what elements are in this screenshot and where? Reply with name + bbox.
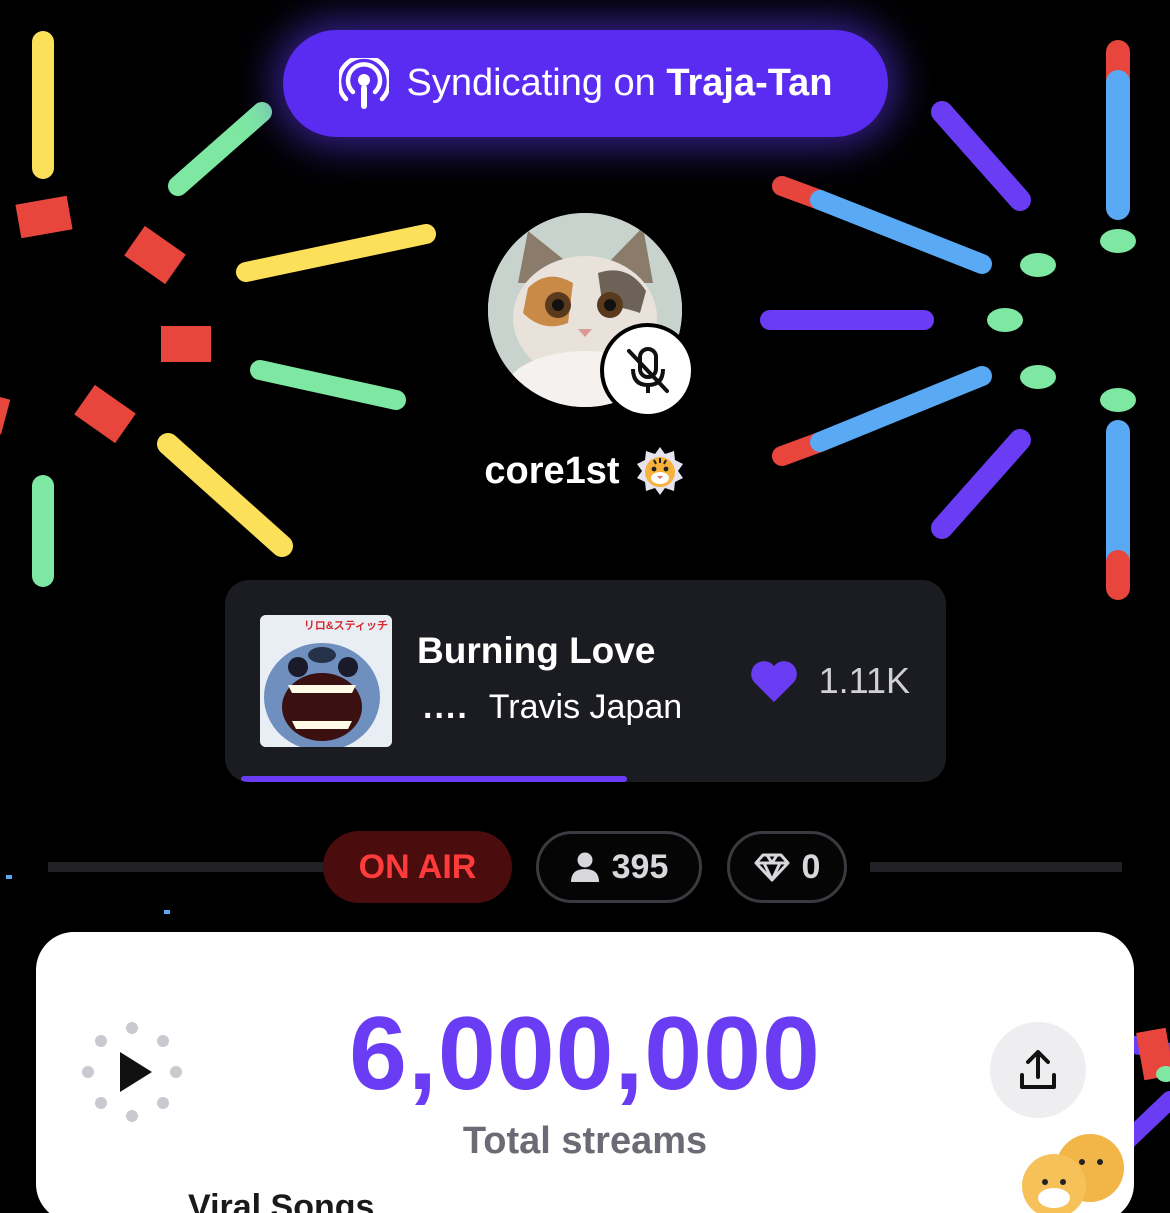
confetti-dot	[987, 308, 1023, 332]
listeners-count-chip[interactable]: 395	[536, 831, 702, 903]
confetti-stick	[236, 224, 436, 282]
confetti-square	[161, 326, 211, 362]
song-artist: Travis Japan	[488, 688, 683, 726]
tiger-sticker-icon	[1022, 1134, 1124, 1213]
playback-progress-fill	[241, 776, 628, 782]
mic-muted-icon	[626, 346, 669, 393]
confetti-square	[124, 225, 186, 285]
section-heading-partial: Viral Songs	[188, 1188, 375, 1213]
listeners-count: 395	[611, 847, 669, 886]
confetti-dot	[1100, 229, 1136, 253]
likes-count: 1.11K	[818, 660, 910, 701]
album-cover-title: リロ&スティッチ	[303, 620, 388, 632]
mic-muted-badge	[600, 323, 695, 418]
confetti-stick	[168, 102, 272, 196]
on-air-badge: ON AIR	[323, 831, 512, 903]
syndicating-prefix: Syndicating on	[406, 62, 656, 104]
screen: Syndicating on Traja-Tan core1st リロ&スティッ…	[0, 0, 1170, 1213]
share-button[interactable]	[990, 1022, 1086, 1118]
tiger-face-icon	[636, 447, 683, 495]
host-username-row: core1st	[0, 445, 1170, 497]
confetti-stick	[810, 190, 992, 274]
total-streams-label: Total streams	[462, 1120, 708, 1162]
now-playing-card[interactable]: リロ&スティッチ Burning Love .... Travis Japan …	[225, 580, 946, 782]
heart-icon	[750, 661, 797, 702]
album-cover: リロ&スティッチ	[260, 615, 392, 747]
syndicating-channel: Traja-Tan	[666, 62, 833, 104]
confetti-square	[0, 393, 11, 435]
song-title: Burning Love	[417, 630, 656, 671]
confetti-dot	[1100, 388, 1136, 412]
share-upload-icon	[1020, 1050, 1056, 1089]
playback-progress	[241, 776, 931, 782]
artist-row: .... Travis Japan	[423, 688, 682, 727]
gems-count: 0	[801, 847, 821, 886]
host-username: core1st	[484, 449, 620, 492]
confetti-dot	[1020, 253, 1056, 277]
confetti-square	[15, 195, 73, 239]
confetti-speck	[164, 910, 170, 914]
album-art-image	[260, 615, 392, 747]
confetti-stick	[931, 101, 1031, 211]
confetti-stick	[810, 366, 992, 452]
confetti-speck	[6, 875, 12, 879]
confetti-square	[74, 384, 136, 444]
syndicating-banner[interactable]: Syndicating on Traja-Tan	[283, 30, 888, 137]
diamond-icon	[754, 853, 790, 882]
gems-count-chip[interactable]: 0	[727, 831, 847, 903]
equalizer-indicator: ....	[423, 688, 469, 726]
podcast-broadcast-icon	[338, 57, 389, 109]
person-icon	[570, 852, 599, 882]
confetti-stick	[250, 360, 406, 410]
likes-button[interactable]: 1.11K	[749, 658, 910, 704]
divider-left	[48, 862, 328, 872]
confetti-dot	[1020, 365, 1056, 389]
divider-right	[870, 862, 1122, 872]
